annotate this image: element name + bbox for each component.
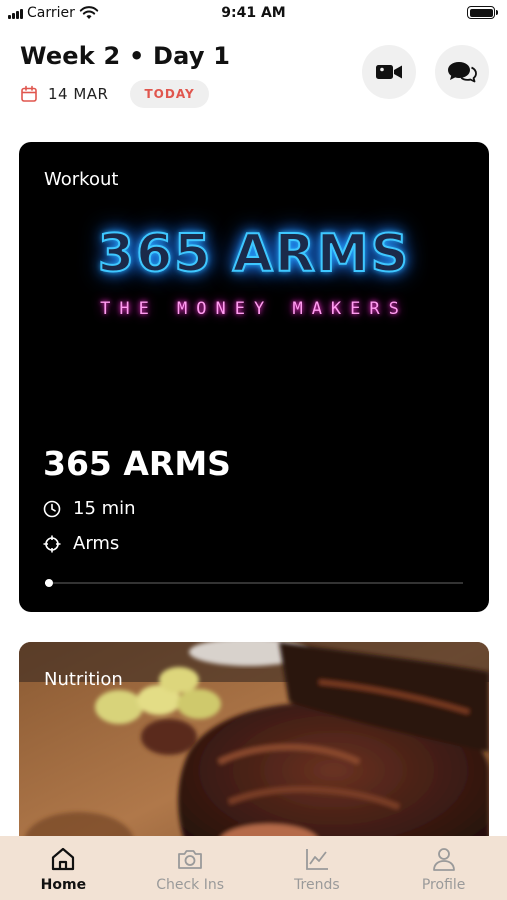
calendar-icon: [21, 85, 37, 102]
camera-icon: [178, 850, 203, 869]
video-call-button[interactable]: [362, 45, 416, 99]
chat-button[interactable]: [435, 45, 489, 99]
chart-icon: [305, 849, 328, 870]
tab-trends[interactable]: Trends: [254, 836, 381, 900]
workout-name: 365 ARMS: [43, 444, 231, 483]
page-title: Week 2 • Day 1: [20, 42, 231, 70]
tab-trends-label: Trends: [294, 877, 340, 893]
chat-bubbles-icon: [448, 62, 477, 83]
status-bar: Carrier 9:41 AM: [0, 0, 507, 28]
nutrition-card-label: Nutrition: [44, 669, 123, 690]
crosshair-icon: [43, 535, 61, 552]
workout-card[interactable]: Workout 365 ARMS THE MONEY MAKERS 365 AR…: [19, 142, 489, 612]
tab-bar: Home Check Ins Trends Profile: [0, 836, 507, 900]
date-row: 14 MAR TODAY: [20, 80, 209, 108]
tab-home[interactable]: Home: [0, 836, 127, 900]
progress-knob: [45, 579, 54, 587]
today-badge[interactable]: TODAY: [130, 80, 209, 108]
tab-home-label: Home: [40, 877, 87, 893]
tab-profile[interactable]: Profile: [380, 836, 507, 900]
workout-progress-bar: [45, 579, 463, 587]
tab-check-ins[interactable]: Check Ins: [127, 836, 254, 900]
tab-profile-label: Profile: [421, 877, 466, 893]
workout-banner-title: 365 ARMS: [97, 223, 411, 285]
battery-icon: [467, 6, 498, 19]
tab-check-ins-label: Check Ins: [156, 877, 225, 893]
current-date: 14 MAR: [48, 85, 109, 103]
clock-icon: [43, 500, 61, 517]
duration-text: 15 min: [73, 498, 136, 519]
target-text: Arms: [73, 533, 120, 554]
workout-card-label: Workout: [44, 169, 119, 190]
workout-banner-subtitle: THE MONEY MAKERS: [100, 299, 408, 319]
workout-duration: 15 min: [43, 498, 136, 519]
workout-target: Arms: [43, 533, 119, 554]
home-icon: [52, 847, 75, 871]
video-camera-icon: [376, 65, 402, 79]
person-icon: [432, 848, 455, 871]
status-time: 9:41 AM: [221, 5, 286, 21]
